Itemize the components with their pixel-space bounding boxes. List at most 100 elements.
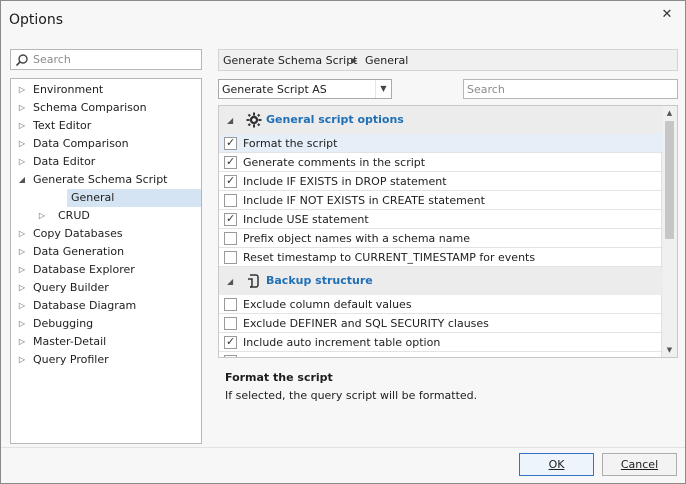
gear-icon xyxy=(246,112,262,128)
option-checkbox[interactable] xyxy=(224,194,237,207)
tree-collapse-icon[interactable]: ◢ xyxy=(17,171,27,189)
script-type-value: Generate Script AS xyxy=(222,83,327,96)
tree-item[interactable]: ▷ Schema Comparison xyxy=(11,99,201,117)
options-grid: ▲ ▼ ◢ General script options ✓ Format the s… xyxy=(218,105,678,358)
structure-icon xyxy=(246,273,262,289)
tree-expand-icon[interactable]: ▷ xyxy=(17,351,27,369)
option-checkbox[interactable] xyxy=(224,317,237,330)
tree-item[interactable]: ▷ Debugging xyxy=(11,315,201,333)
options-search-box[interactable] xyxy=(10,49,202,70)
option-checkbox[interactable] xyxy=(224,298,237,311)
tree-expand-icon[interactable]: ▷ xyxy=(17,279,27,297)
cancel-button[interactable]: Cancel xyxy=(602,453,677,476)
tree-expand-icon[interactable]: ▷ xyxy=(17,333,27,351)
option-label: Format the script xyxy=(243,137,338,150)
tree-item-label: CRUD xyxy=(58,209,90,222)
tree-item[interactable]: General xyxy=(11,189,201,207)
breadcrumb: Generate Schema Script ▶ General xyxy=(218,49,678,71)
tree-item[interactable]: ▷ Query Builder xyxy=(11,279,201,297)
tree-expand-icon[interactable]: ▷ xyxy=(17,99,27,117)
scroll-down-icon[interactable]: ▼ xyxy=(662,343,677,357)
tree-item-label: General xyxy=(71,191,115,204)
breadcrumb-separator-icon: ▶ xyxy=(351,56,358,65)
tree-item[interactable]: ▷ Query Profiler xyxy=(11,351,201,369)
option-row[interactable]: ✓ Format the script xyxy=(219,134,663,153)
tree-expand-icon[interactable]: ▷ xyxy=(17,315,27,333)
tree-item[interactable]: ◢ Generate Schema Script xyxy=(11,171,201,189)
tree-item-label: Database Diagram xyxy=(33,299,137,312)
tree-expand-icon[interactable]: ▷ xyxy=(17,261,27,279)
tree-expand-icon[interactable]: ▷ xyxy=(17,135,27,153)
option-row[interactable]: Prefix object names with a schema name xyxy=(219,229,663,248)
tree-expand-icon[interactable]: ▷ xyxy=(17,117,27,135)
option-row[interactable]: Exclude column default values xyxy=(219,295,663,314)
script-type-dropdown[interactable]: Generate Script AS ▼ xyxy=(218,79,392,99)
grid-scrollbar[interactable]: ▲ ▼ xyxy=(661,106,677,357)
option-row[interactable]: ✓ Include auto increment table option xyxy=(219,333,663,352)
tree-expand-icon[interactable]: ▷ xyxy=(17,225,27,243)
option-checkbox[interactable]: ✓ xyxy=(224,174,237,188)
scrollbar-thumb[interactable] xyxy=(665,121,674,239)
grid-search-box[interactable] xyxy=(463,79,678,99)
grid-search-input[interactable] xyxy=(467,82,672,97)
option-group-header[interactable]: ◢ Backup structure xyxy=(219,267,663,295)
option-checkbox[interactable]: ✓ xyxy=(224,354,237,357)
option-label: Exclude DEFINER and SQL SECURITY clauses xyxy=(243,317,489,330)
option-checkbox[interactable] xyxy=(224,251,237,264)
checkmark-icon: ✓ xyxy=(226,155,236,168)
checkmark-icon: ✓ xyxy=(226,335,236,348)
option-row[interactable]: Include IF NOT EXISTS in CREATE statemen… xyxy=(219,191,663,210)
ok-button[interactable]: OK xyxy=(519,453,594,476)
tree-item[interactable]: ▷ Data Comparison xyxy=(11,135,201,153)
checkmark-icon: ✓ xyxy=(226,212,236,225)
option-label: Generate comments in the script xyxy=(243,156,426,169)
breadcrumb-current: General xyxy=(365,54,409,67)
tree-item-label: Copy Databases xyxy=(33,227,123,240)
option-checkbox[interactable]: ✓ xyxy=(224,155,237,169)
option-row[interactable]: ✓ Include IF EXISTS in DROP statement xyxy=(219,172,663,191)
chevron-down-icon[interactable]: ▼ xyxy=(375,80,391,98)
group-collapse-icon[interactable]: ◢ xyxy=(227,277,233,286)
scroll-up-icon[interactable]: ▲ xyxy=(662,106,677,120)
option-label: Include IF EXISTS in DROP statement xyxy=(243,175,447,188)
tree-item[interactable]: ▷ Environment xyxy=(11,81,201,99)
tree-item[interactable]: ▷ Text Editor xyxy=(11,117,201,135)
tree-expand-icon[interactable]: ▷ xyxy=(17,81,27,99)
option-group-header[interactable]: ◢ General script options xyxy=(219,106,663,134)
search-icon xyxy=(15,54,28,67)
tree-item-label: Query Builder xyxy=(33,281,109,294)
tree-item[interactable]: ▷ Database Diagram xyxy=(11,297,201,315)
group-collapse-icon[interactable]: ◢ xyxy=(227,116,233,125)
options-window: Options ✕ ▷ Environment ▷ Schema Comparison… xyxy=(0,0,686,484)
tree-item-label: Master-Detail xyxy=(33,335,107,348)
tree-item[interactable]: ▷ Copy Databases xyxy=(11,225,201,243)
option-row[interactable]: ✓ Generate comments in the script xyxy=(219,153,663,172)
option-label: Include USE statement xyxy=(243,213,369,226)
tree-item-label: Text Editor xyxy=(33,119,92,132)
option-checkbox[interactable]: ✓ xyxy=(224,136,237,150)
tree-item[interactable]: ▷ Data Generation xyxy=(11,243,201,261)
tree-item[interactable]: ▷ Master-Detail xyxy=(11,333,201,351)
option-row[interactable]: Exclude DEFINER and SQL SECURITY clauses xyxy=(219,314,663,333)
option-checkbox[interactable]: ✓ xyxy=(224,335,237,349)
options-tree: ▷ Environment ▷ Schema Comparison ▷ Text Edit… xyxy=(10,78,202,444)
tree-item-label: Generate Schema Script xyxy=(33,173,168,186)
option-row[interactable]: ✓ xyxy=(219,352,663,357)
option-row[interactable]: ✓ Include USE statement xyxy=(219,210,663,229)
tree-item-label: Schema Comparison xyxy=(33,101,147,114)
tree-item[interactable]: ▷ Database Explorer xyxy=(11,261,201,279)
option-checkbox[interactable] xyxy=(224,232,237,245)
tree-item[interactable]: ▷ CRUD xyxy=(11,207,201,225)
tree-expand-icon[interactable]: ▷ xyxy=(17,153,27,171)
option-label: Reset timestamp to CURRENT_TIMESTAMP for… xyxy=(243,251,536,264)
close-icon[interactable]: ✕ xyxy=(659,7,675,23)
option-checkbox[interactable]: ✓ xyxy=(224,212,237,226)
breadcrumb-parent[interactable]: Generate Schema Script xyxy=(223,54,358,67)
tree-item[interactable]: ▷ Data Editor xyxy=(11,153,201,171)
tree-expand-icon[interactable]: ▷ xyxy=(37,207,47,225)
tree-expand-icon[interactable]: ▷ xyxy=(17,243,27,261)
option-row[interactable]: Reset timestamp to CURRENT_TIMESTAMP for… xyxy=(219,248,663,267)
options-search-input[interactable] xyxy=(33,52,197,67)
tree-expand-icon[interactable]: ▷ xyxy=(17,297,27,315)
tree-item-label: Data Generation xyxy=(33,245,125,258)
